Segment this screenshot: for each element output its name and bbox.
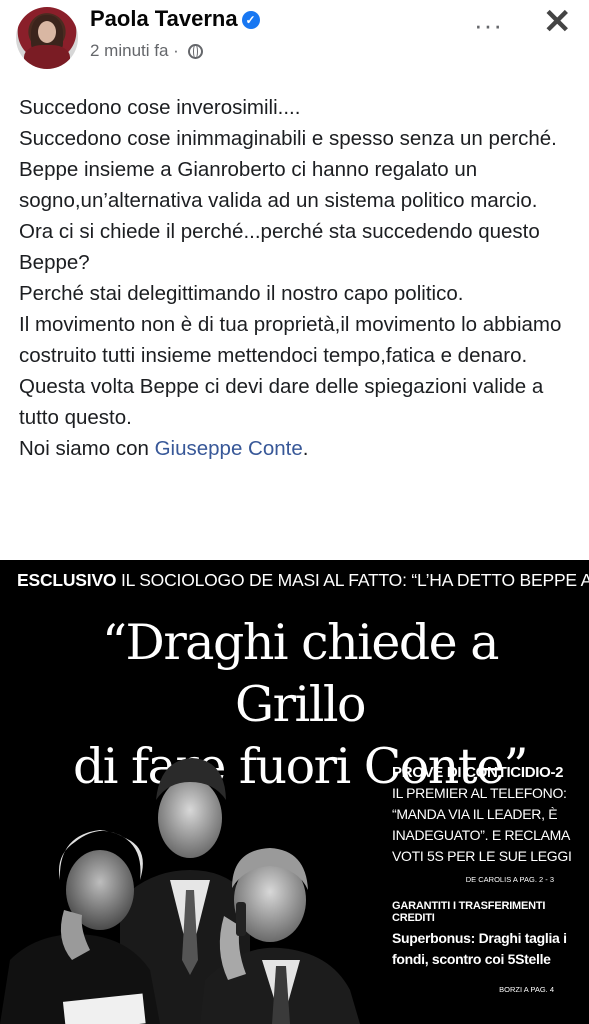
avatar-face (38, 21, 56, 43)
last-prefix: Noi siamo con (19, 437, 155, 460)
strap-rest: IL SOCIOLOGO DE MASI AL FATTO: “L’HA DET… (121, 570, 589, 590)
globe-icon (187, 44, 203, 59)
post-line: Perché stai delegittimando il nostro cap… (19, 282, 464, 305)
last-suffix: . (302, 437, 309, 460)
meta-separator: · (173, 41, 179, 60)
side-body: IL PREMIER AL TELEFONO: “MANDA VIA IL LE… (392, 785, 572, 864)
post-line: Beppe insieme a Gianroberto ci hanno reg… (19, 158, 538, 212)
post-meta: 2 minuti fa · (90, 41, 203, 61)
post-line: Il movimento non è di tua proprietà,il m… (19, 313, 562, 367)
side-title-2: Superbonus: Draghi taglia i fondi, scont… (392, 930, 567, 967)
post-line: Questa volta Beppe ci devi dare delle sp… (19, 375, 544, 429)
side-column: PROVE DI CONTICIDIO-2 IL PREMIER AL TELE… (392, 764, 582, 994)
close-icon[interactable]: ✕ (543, 2, 572, 42)
post-time[interactable]: 2 minuti fa (90, 41, 168, 60)
more-options-icon[interactable]: ··· (474, 10, 503, 41)
post-line: Succedono cose inverosimili.... (19, 96, 301, 119)
strap-bold: ESCLUSIVO (17, 570, 117, 590)
verified-badge-icon: ✓ (241, 11, 260, 29)
side-ref: DE CAROLIS A PAG. 2 - 3 (465, 875, 554, 884)
side-ref-2: BORZI A PAG. 4 (499, 985, 554, 994)
post-image[interactable]: ESCLUSIVO IL SOCIOLOGO DE MASI AL FATTO:… (0, 560, 589, 1024)
post-line-last: Noi siamo con Giuseppe Conte. (19, 433, 579, 464)
mention-link[interactable]: Giuseppe Conte (155, 437, 303, 460)
avatar-body (24, 45, 70, 69)
image-strap: ESCLUSIVO IL SOCIOLOGO DE MASI AL FATTO:… (17, 570, 589, 591)
author-avatar[interactable] (16, 7, 78, 69)
post-text: Succedono cose inverosimili.... Succedon… (19, 92, 579, 464)
headline-line-1: “Draghi chiede a Grillo (102, 614, 499, 733)
author-name-row[interactable]: Paola Taverna ✓ (90, 6, 260, 32)
politicians-photo (0, 758, 360, 1024)
author-name[interactable]: Paola Taverna (90, 6, 238, 31)
post-line: Succedono cose inimmaginabili e spesso s… (19, 127, 557, 150)
post-header: Paola Taverna ✓ 2 minuti fa · ··· ✕ (0, 0, 589, 80)
post-line: Ora ci si chiede il perché...perché sta … (19, 220, 540, 274)
side-kicker: GARANTITI I TRASFERIMENTI CREDITI (392, 900, 546, 924)
side-title: PROVE DI CONTICIDIO-2 (392, 764, 564, 781)
